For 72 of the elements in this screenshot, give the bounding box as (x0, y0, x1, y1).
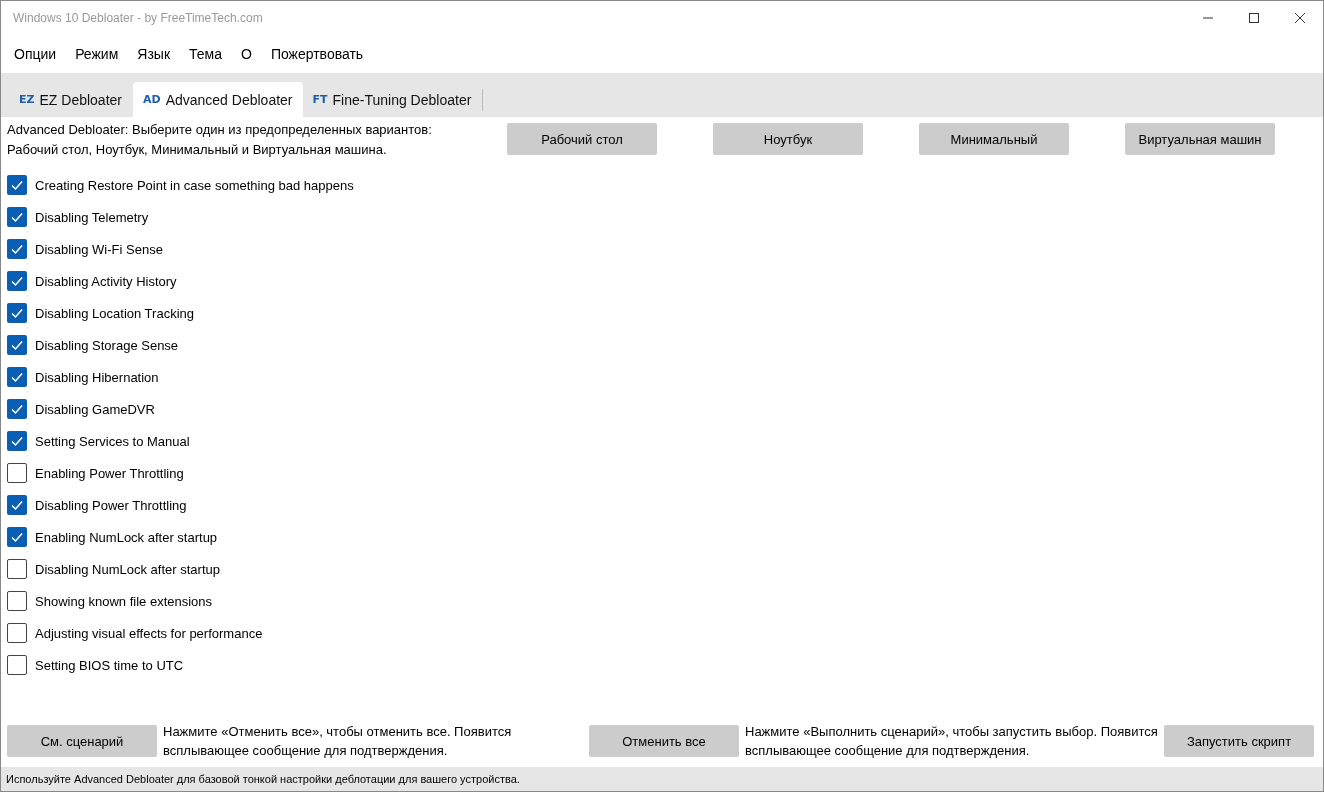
checkbox[interactable] (7, 271, 27, 291)
option-label: Setting Services to Manual (35, 433, 190, 449)
checkbox[interactable] (7, 303, 27, 323)
option-label: Creating Restore Point in case something bad happens (35, 177, 354, 193)
checkbox[interactable] (7, 175, 27, 195)
action-button[interactable]: См. сценарий (7, 725, 157, 757)
check-icon (10, 338, 24, 352)
tab[interactable]: EZ EZ Debloater (9, 82, 133, 117)
check-icon (10, 498, 24, 512)
tab-abbreviation: EZ (19, 93, 35, 106)
checkbox[interactable] (7, 207, 27, 227)
hint-text: Нажмите «Выполнить сценарий», чтобы запустить выбор. Появится всплывающее сообщение для подтверждения. (745, 723, 1158, 760)
menu-item[interactable]: Опции (6, 46, 65, 62)
check-icon (10, 434, 24, 448)
checkbox[interactable] (7, 335, 27, 355)
option-label: Disabling Storage Sense (35, 337, 179, 353)
preset-button[interactable]: Рабочий стол (507, 123, 657, 155)
check-icon (10, 530, 24, 544)
description-text: Advanced Debloater: Выберите один из предопределенных вариантов: Рабочий стол, Ноутбук, Минимальный и Виртуальная машина. (7, 121, 433, 159)
tab-abbreviation: FT (312, 93, 328, 106)
check-icon (10, 242, 24, 256)
option-label: Disabling Activity History (35, 273, 177, 289)
preset-button[interactable]: Минимальный (919, 123, 1069, 155)
menu-item[interactable]: Режим (67, 46, 127, 62)
checkbox[interactable] (7, 463, 27, 483)
checkbox[interactable] (7, 399, 27, 419)
option-label: Disabling Wi-Fi Sense (35, 241, 163, 257)
checkbox[interactable] (7, 239, 27, 259)
checkbox[interactable] (7, 623, 27, 643)
tab[interactable]: FT Fine-Tuning Debloater (302, 82, 483, 117)
checkbox[interactable] (7, 367, 27, 387)
option-label: Enabling NumLock after startup (35, 529, 218, 545)
status-text: Используйте Advanced Debloater для базовой тонкой настройки деблотации для вашего устройства. (6, 773, 520, 785)
option-label: Disabling Power Throttling (35, 497, 187, 513)
check-icon (10, 178, 24, 192)
menu-item[interactable]: О (233, 46, 260, 62)
check-icon (10, 210, 24, 224)
close-icon (1295, 13, 1305, 23)
menu-item[interactable]: Тема (181, 46, 230, 62)
menu-item[interactable]: Язык (129, 46, 179, 62)
option-label: Adjusting visual effects for performance (35, 625, 263, 641)
tab[interactable]: AD Advanced Debloater (133, 82, 303, 117)
checkbox[interactable] (7, 495, 27, 515)
tab-label: EZ Debloater (39, 91, 122, 108)
tab-label: Advanced Debloater (165, 91, 293, 108)
option-label: Disabling Location Tracking (35, 305, 194, 321)
window-title: Windows 10 Debloater - by FreeTimeTech.com (13, 11, 263, 25)
option-label: Disabling NumLock after startup (35, 561, 220, 577)
maximize-icon (1249, 13, 1259, 23)
hint-text: Нажмите «Отменить все», чтобы отменить все. Появится всплывающее сообщение для подтверждения. (163, 723, 513, 760)
menu-item[interactable]: Пожертвовать (262, 46, 372, 62)
option-label: Setting BIOS time to UTC (35, 657, 184, 673)
checkbox[interactable] (7, 527, 27, 547)
option-label: Disabling Hibernation (35, 369, 159, 385)
check-icon (10, 402, 24, 416)
option-label: Showing known file extensions (35, 593, 213, 609)
checkbox[interactable] (7, 655, 27, 675)
tab-abbreviation: AD (143, 93, 161, 106)
check-icon (10, 274, 24, 288)
action-button[interactable]: Отменить все (589, 725, 739, 757)
check-icon (10, 370, 24, 384)
tab-label: Fine-Tuning Debloater (332, 91, 472, 108)
option-label: Disabling Telemetry (35, 209, 149, 225)
option-label: Enabling Power Throttling (35, 465, 184, 481)
action-button[interactable]: Запустить скрипт (1164, 725, 1314, 757)
checkbox[interactable] (7, 431, 27, 451)
checkbox[interactable] (7, 591, 27, 611)
check-icon (10, 306, 24, 320)
preset-button[interactable]: Виртуальная машин (1125, 123, 1275, 155)
preset-button[interactable]: Ноутбук (713, 123, 863, 155)
option-label: Disabling GameDVR (35, 401, 155, 417)
checkbox[interactable] (7, 559, 27, 579)
